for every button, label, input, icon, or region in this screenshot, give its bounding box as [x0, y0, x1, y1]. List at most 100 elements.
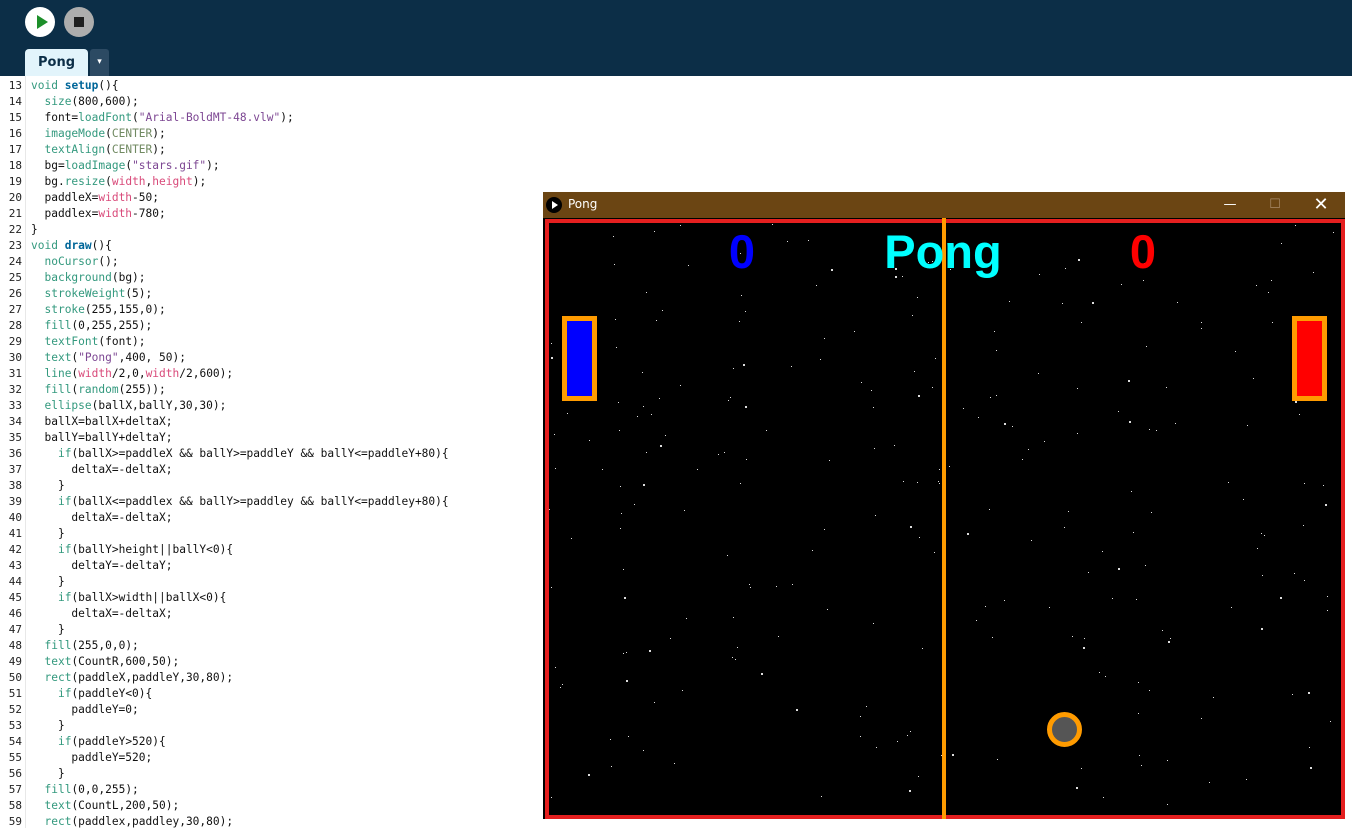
code-line[interactable]: fill(255,0,0);	[31, 638, 138, 654]
code-line[interactable]: }	[31, 222, 38, 238]
code-line[interactable]: paddleX=width-50;	[31, 190, 159, 206]
code-line[interactable]: noCursor();	[31, 254, 118, 270]
line-number: 23	[8, 239, 22, 252]
line-number: 16	[8, 127, 22, 140]
code-line[interactable]: textAlign(CENTER);	[31, 142, 165, 158]
line-number: 21	[8, 207, 22, 220]
line-number: 33	[8, 399, 22, 412]
line-number: 14	[8, 95, 22, 108]
code-line[interactable]: fill(0,0,255);	[31, 782, 138, 798]
line-number: 18	[8, 159, 22, 172]
code-line[interactable]: bg=loadImage("stars.gif");	[31, 158, 219, 174]
code-line[interactable]: paddleY=520;	[31, 750, 152, 766]
code-line[interactable]: deltaX=-deltaX;	[31, 510, 172, 526]
line-number: 32	[8, 383, 22, 396]
code-line[interactable]: deltaX=-deltaX;	[31, 462, 172, 478]
code-line[interactable]: textFont(font);	[31, 334, 145, 350]
code-line[interactable]: }	[31, 478, 65, 494]
line-number: 26	[8, 287, 22, 300]
code-line[interactable]: fill(random(255));	[31, 382, 165, 398]
stop-icon	[74, 17, 84, 27]
maximize-button[interactable]: ☐	[1265, 195, 1285, 215]
line-number: 54	[8, 735, 22, 748]
code-line[interactable]: ellipse(ballX,ballY,30,30);	[31, 398, 226, 414]
score-right: 0	[1129, 225, 1157, 278]
code-line[interactable]: if(ballX<=paddlex && ballY>=paddley && b…	[31, 494, 449, 510]
code-line[interactable]: deltaX=-deltaX;	[31, 606, 172, 622]
code-line[interactable]: text(CountR,600,50);	[31, 654, 179, 670]
line-number: 47	[8, 623, 22, 636]
code-line[interactable]: ballX=ballX+deltaX;	[31, 414, 172, 430]
line-number: 46	[8, 607, 22, 620]
line-number: 52	[8, 703, 22, 716]
line-number: 45	[8, 591, 22, 604]
stop-button[interactable]	[64, 7, 94, 37]
code-line[interactable]: void setup(){	[31, 78, 119, 94]
line-number: 53	[8, 719, 22, 732]
close-button[interactable]: ✕	[1311, 195, 1331, 215]
minimize-button[interactable]: —	[1220, 195, 1240, 215]
line-number: 41	[8, 527, 22, 540]
line-number: 30	[8, 351, 22, 364]
sketch-window-titlebar[interactable]: Pong — ☐ ✕	[543, 192, 1345, 218]
line-number: 28	[8, 319, 22, 332]
code-line[interactable]: paddlex=width-780;	[31, 206, 165, 222]
line-number: 35	[8, 431, 22, 444]
score-left: 0	[728, 225, 756, 278]
game-canvas[interactable]: 0 Pong 0	[543, 218, 1345, 819]
code-line[interactable]: if(ballX>=paddleX && ballY>=paddleY && b…	[31, 446, 449, 462]
code-line[interactable]: stroke(255,155,0);	[31, 302, 165, 318]
code-line[interactable]: font=loadFont("Arial-BoldMT-48.vlw");	[31, 110, 293, 126]
code-line[interactable]: fill(0,255,255);	[31, 318, 152, 334]
code-line[interactable]: background(bg);	[31, 270, 145, 286]
line-number: 29	[8, 335, 22, 348]
code-line[interactable]: deltaY=-deltaY;	[31, 558, 172, 574]
tab-menu-button[interactable]: ▾	[90, 49, 109, 76]
line-number: 42	[8, 543, 22, 556]
code-line[interactable]: }	[31, 574, 65, 590]
line-number: 34	[8, 415, 22, 428]
game-title: Pong	[884, 225, 1002, 278]
code-line[interactable]: if(paddleY>520){	[31, 734, 166, 750]
code-line[interactable]: imageMode(CENTER);	[31, 126, 165, 142]
code-line[interactable]: bg.resize(width,height);	[31, 174, 206, 190]
run-button[interactable]	[25, 7, 55, 37]
code-line[interactable]: text("Pong",400, 50);	[31, 350, 185, 366]
line-number: 58	[8, 799, 22, 812]
line-number: 39	[8, 495, 22, 508]
code-line[interactable]: text(CountL,200,50);	[31, 798, 179, 814]
line-number: 13	[8, 79, 22, 92]
code-line[interactable]: void draw(){	[31, 238, 112, 254]
code-line[interactable]: size(800,600);	[31, 94, 138, 110]
tab-pong[interactable]: Pong	[25, 49, 88, 76]
code-line[interactable]: rect(paddleX,paddleY,30,80);	[31, 670, 233, 686]
sketch-window: Pong — ☐ ✕ 0 Pong 0	[543, 192, 1345, 819]
code-line[interactable]: }	[31, 526, 65, 542]
code-line[interactable]: if(ballX>width||ballX<0){	[31, 590, 226, 606]
code-line[interactable]: }	[31, 622, 65, 638]
close-icon: ✕	[1313, 194, 1329, 215]
code-line[interactable]: if(paddleY<0){	[31, 686, 152, 702]
line-number: 38	[8, 479, 22, 492]
code-line[interactable]: ballY=ballY+deltaY;	[31, 430, 172, 446]
code-line[interactable]: }	[31, 718, 65, 734]
line-number: 22	[8, 223, 22, 236]
code-line[interactable]: line(width/2,0,width/2,600);	[31, 366, 233, 382]
code-line[interactable]: paddleY=0;	[31, 702, 138, 718]
code-line[interactable]: }	[31, 766, 65, 782]
paddle-left	[562, 316, 597, 401]
paddle-right	[1292, 316, 1327, 401]
line-number: 15	[8, 111, 22, 124]
line-number: 51	[8, 687, 22, 700]
center-line	[942, 218, 946, 819]
processing-app-icon	[546, 197, 562, 213]
code-line[interactable]: strokeWeight(5);	[31, 286, 152, 302]
line-number: 48	[8, 639, 22, 652]
window-title: Pong	[568, 197, 598, 211]
ball	[1047, 712, 1082, 747]
line-number: 17	[8, 143, 22, 156]
line-number: 24	[8, 255, 22, 268]
line-number: 20	[8, 191, 22, 204]
line-number-gutter: 13 14 15 16 17 18 19 20 21 22 23 24 25 26 27 28 29 30 31 32…	[0, 76, 26, 828]
code-line[interactable]: if(ballY>height||ballY<0){	[31, 542, 233, 558]
